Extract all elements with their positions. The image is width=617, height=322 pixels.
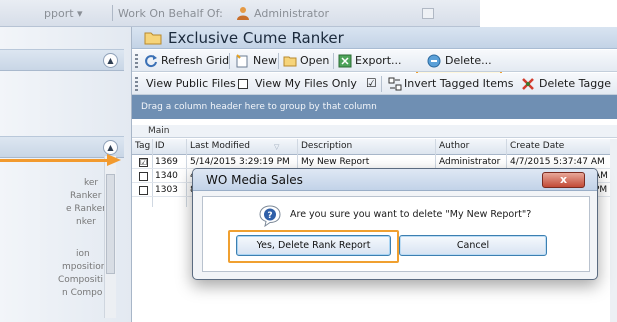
view-public-files-label: View Public Files bbox=[146, 77, 236, 90]
divider bbox=[229, 53, 230, 69]
chevron-down-icon[interactable] bbox=[422, 8, 434, 19]
cell-id: 1369 bbox=[155, 157, 178, 167]
column-header-last-modified[interactable]: Last Modified bbox=[190, 141, 250, 151]
page-title: Exclusive Cume Ranker bbox=[168, 29, 344, 47]
group-by-hint: Drag a column header here to group by th… bbox=[141, 102, 377, 112]
tag-checkbox[interactable] bbox=[139, 186, 148, 195]
export-button[interactable]: Export... bbox=[355, 54, 402, 67]
invert-tagged-button[interactable]: Invert Tagged Items bbox=[404, 77, 513, 90]
close-button[interactable]: x bbox=[542, 172, 585, 188]
delete-icon bbox=[427, 54, 441, 68]
sidebar-item[interactable]: nker bbox=[76, 217, 96, 227]
column-header-create-date[interactable]: Create Date bbox=[510, 141, 564, 151]
scrollbar-thumb[interactable] bbox=[106, 174, 115, 274]
cell-create-date: 4/7/2015 5:37:47 AM bbox=[510, 157, 605, 167]
sort-desc-icon: ▽ bbox=[274, 143, 280, 151]
sidebar-item[interactable]: e Ranker bbox=[66, 204, 106, 214]
new-icon bbox=[236, 54, 248, 68]
sidebar-item[interactable]: Ranker bbox=[70, 191, 101, 201]
collapse-icon[interactable]: ▲ bbox=[103, 53, 118, 68]
cell-id: 1340 bbox=[155, 171, 178, 181]
column-header-description[interactable]: Description bbox=[301, 141, 352, 151]
folder-icon bbox=[144, 32, 162, 45]
delete-button[interactable]: Delete... bbox=[445, 54, 492, 67]
sidebar-item[interactable]: mposition bbox=[62, 262, 106, 272]
cell-author: Administrator bbox=[439, 157, 501, 167]
dialog-title: WO Media Sales bbox=[206, 173, 303, 187]
cell-description: My New Report bbox=[301, 157, 370, 167]
divider bbox=[112, 5, 113, 21]
tag-checkbox[interactable]: ☑ bbox=[139, 158, 148, 167]
divider bbox=[381, 76, 382, 92]
confirm-dialog: WO Media Sales x ? Are you sure you want… bbox=[192, 168, 598, 280]
invert-icon bbox=[388, 77, 402, 91]
column-header-id[interactable]: ID bbox=[155, 141, 165, 151]
user-select[interactable]: Administrator bbox=[254, 7, 329, 20]
user-icon bbox=[237, 7, 249, 20]
dialog-body: ? Are you sure you want to delete "My Ne… bbox=[202, 196, 590, 272]
question-icon: ? bbox=[259, 205, 281, 227]
delete-tagged-button[interactable]: Delete Tagge bbox=[539, 77, 611, 90]
export-icon bbox=[338, 54, 352, 68]
view-my-files-checkbox[interactable]: ☑ bbox=[366, 76, 377, 90]
band-row: Main bbox=[132, 125, 617, 138]
sidebar-item[interactable]: n Compo bbox=[62, 288, 102, 298]
band-label: Main bbox=[148, 126, 170, 136]
dialog-title-bar[interactable]: WO Media Sales x bbox=[193, 169, 597, 191]
new-button[interactable]: New bbox=[253, 54, 277, 67]
arrow-head-icon bbox=[107, 154, 121, 166]
yes-delete-button[interactable]: Yes, Delete Rank Report bbox=[236, 235, 391, 256]
divider bbox=[333, 53, 334, 69]
window-title-bar: Exclusive Cume Ranker bbox=[132, 27, 617, 49]
sidebar-header: ▲ bbox=[0, 49, 124, 71]
refresh-grid-button[interactable]: Refresh Grid bbox=[161, 54, 229, 67]
toolbar-grip[interactable] bbox=[135, 77, 138, 91]
folder-open-icon bbox=[283, 56, 297, 67]
toolbar-grip[interactable] bbox=[135, 54, 138, 68]
collapse-icon[interactable]: ▲ bbox=[103, 140, 118, 155]
sidebar-scrollbar[interactable] bbox=[104, 156, 116, 318]
pointer-arrow bbox=[0, 159, 108, 162]
svg-text:?: ? bbox=[267, 211, 272, 221]
sidebar-header: ▲ bbox=[0, 136, 124, 158]
dialog-message: Are you sure you want to delete "My New … bbox=[290, 209, 532, 220]
toolbar-main: Refresh Grid New Open Export... Delete..… bbox=[132, 50, 617, 72]
grid-scrollbar[interactable] bbox=[610, 139, 617, 322]
group-by-panel[interactable]: Drag a column header here to group by th… bbox=[132, 95, 617, 119]
open-button[interactable]: Open bbox=[300, 54, 329, 67]
work-on-behalf-label: Work On Behalf Of: bbox=[118, 7, 223, 20]
view-my-files-label: View My Files Only bbox=[255, 77, 357, 90]
column-header-tag[interactable]: Tag bbox=[135, 141, 150, 151]
grid-header: Tag ID Last Modified ▽ Description Autho… bbox=[132, 139, 617, 155]
tag-checkbox[interactable] bbox=[139, 172, 148, 181]
delete-tagged-icon bbox=[522, 78, 534, 90]
column-header-author[interactable]: Author bbox=[439, 141, 469, 151]
view-public-checkbox[interactable] bbox=[238, 79, 248, 89]
sidebar-item[interactable]: Compositi bbox=[58, 275, 103, 285]
cell-last-modified: 5/14/2015 3:29:19 PM bbox=[190, 157, 290, 167]
sidebar-item[interactable]: ion bbox=[76, 249, 90, 259]
sidebar-item[interactable]: ker bbox=[84, 178, 98, 188]
cell-id: 1303 bbox=[155, 185, 178, 195]
sidebar: ▲ ▲ ker Ranker e Ranker nker ion mpositi… bbox=[0, 27, 132, 322]
refresh-icon bbox=[145, 55, 157, 68]
context-bar: pport ▾ Work On Behalf Of: Administrator bbox=[0, 0, 480, 27]
support-menu[interactable]: pport ▾ bbox=[44, 7, 83, 20]
toolbar-view: View Public Files View My Files Only ☑ I… bbox=[132, 73, 617, 95]
divider bbox=[278, 53, 279, 69]
cancel-button[interactable]: Cancel bbox=[399, 235, 547, 256]
